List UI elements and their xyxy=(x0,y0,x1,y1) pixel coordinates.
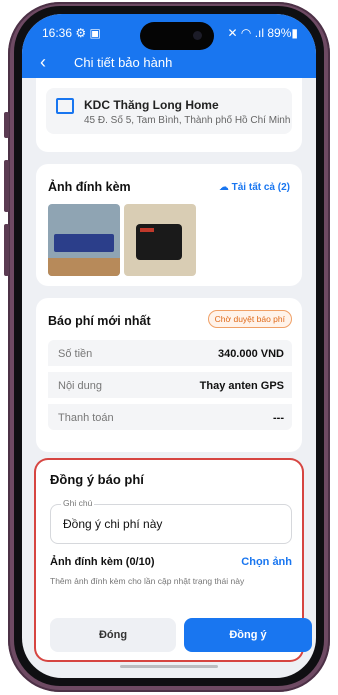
camera-icon xyxy=(193,31,202,40)
note-field-value: Đồng ý chi phí này xyxy=(63,517,163,531)
store-address: 45 Đ. Số 5, Tam Bình, Thành phố Hồ Chí M… xyxy=(84,115,291,126)
page-title: Chi tiết bảo hành xyxy=(74,55,173,70)
fee-row-content: Nội dung Thay anten GPS xyxy=(48,372,292,398)
attachment-thumbnail[interactable] xyxy=(48,204,120,276)
choose-image-link[interactable]: Chọn ảnh xyxy=(241,556,292,568)
store-icon xyxy=(56,98,74,114)
home-indicator[interactable] xyxy=(120,665,218,668)
nav-bar: ‹ Chi tiết bảo hành xyxy=(34,52,304,74)
fee-row-label: Thanh toán xyxy=(58,412,114,424)
fee-row-payment: Thanh toán --- xyxy=(48,404,292,430)
attach-count-title: Ảnh đính kèm (0/10) xyxy=(50,556,155,568)
store-info: KDC Thăng Long Home 45 Đ. Số 5, Tam Bình… xyxy=(46,88,292,134)
attachments-card: Ảnh đính kèm ☁ Tải tất cả (2) xyxy=(36,164,302,286)
close-button[interactable]: Đóng xyxy=(50,618,176,652)
dynamic-island xyxy=(140,22,214,50)
fee-row-label: Số tiền xyxy=(58,348,93,360)
approve-fee-sheet: Đồng ý báo phí Ghi chú Đồng ý chi phí nà… xyxy=(36,460,312,660)
cloud-download-icon: ☁ xyxy=(218,182,229,193)
phone-volume-up-button xyxy=(4,160,9,212)
download-all-label: Tải tất cả (2) xyxy=(231,182,290,193)
app-header: 16:36 ⚙ ▣ ✕ ◠ .ıl 89%▮ ‹ Chi tiết bảo hà… xyxy=(22,14,316,78)
agree-button[interactable]: Đồng ý xyxy=(184,618,312,652)
thumbnail-content xyxy=(140,228,154,232)
fee-row-value: 340.000 VND xyxy=(217,348,284,360)
fee-row-value: Thay anten GPS xyxy=(199,380,284,392)
fee-title: Báo phí mới nhất xyxy=(48,314,151,328)
attachment-thumbnail[interactable] xyxy=(124,204,196,276)
note-field[interactable]: Ghi chú Đồng ý chi phí này xyxy=(50,498,292,544)
store-name: KDC Thăng Long Home xyxy=(84,98,219,112)
thumbnail-content xyxy=(54,234,114,252)
phone-mute-button xyxy=(4,112,9,138)
download-all-link[interactable]: ☁ Tải tất cả (2) xyxy=(219,182,290,193)
status-right: ✕ ◠ .ıl 89%▮ xyxy=(227,26,298,40)
fee-row-value: --- xyxy=(273,412,284,424)
note-field-label: Ghi chú xyxy=(61,498,95,508)
phone-volume-down-button xyxy=(4,224,9,276)
back-arrow-icon[interactable]: ‹ xyxy=(40,52,46,73)
attach-hint: Thêm ảnh đính kèm cho lần cập nhật trạng… xyxy=(50,576,245,586)
notification-icons: ⚙ ▣ xyxy=(75,26,101,40)
sheet-title: Đồng ý báo phí xyxy=(50,472,144,487)
thumbnail-content xyxy=(48,258,120,276)
fee-row-amount: Số tiền 340.000 VND xyxy=(48,340,292,366)
fee-row-label: Nội dung xyxy=(58,380,103,392)
attachments-title: Ảnh đính kèm xyxy=(48,180,131,194)
status-badge: Chờ duyệt báo phí xyxy=(207,310,292,328)
store-card: KDC Thăng Long Home 45 Đ. Số 5, Tam Bình… xyxy=(36,78,302,152)
app-screen: 16:36 ⚙ ▣ ✕ ◠ .ıl 89%▮ ‹ Chi tiết bảo hà… xyxy=(22,14,316,678)
status-time-text: 16:36 xyxy=(42,26,73,40)
status-time: 16:36 ⚙ ▣ xyxy=(42,26,101,40)
fee-card: Báo phí mới nhất Chờ duyệt báo phí Số ti… xyxy=(36,298,302,452)
